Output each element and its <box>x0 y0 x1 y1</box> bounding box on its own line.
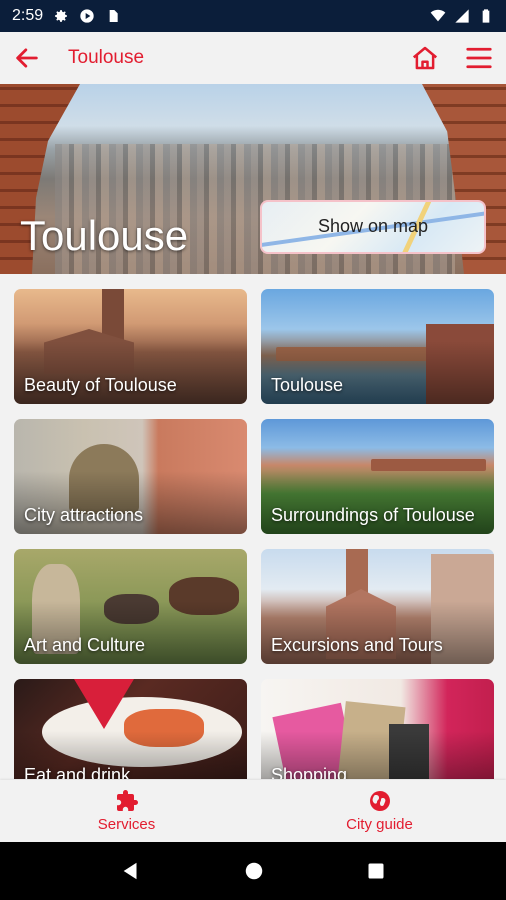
gear-icon <box>55 10 68 22</box>
card-label: Surroundings of Toulouse <box>271 505 475 525</box>
sim-card-icon <box>109 10 118 22</box>
nav-city-guide-label: City guide <box>346 816 413 833</box>
status-right-icons <box>430 8 494 24</box>
nav-services[interactable]: Services <box>0 780 253 842</box>
bottom-navigation: Services City guide <box>0 780 506 842</box>
home-icon <box>412 46 438 70</box>
menu-button[interactable] <box>452 32 506 84</box>
card-excursions-and-tours[interactable]: Excursions and Tours <box>261 549 494 664</box>
page-title: Toulouse <box>68 47 145 68</box>
card-eat-and-drink[interactable]: Eat and drink <box>14 679 247 779</box>
card-label: Eat and drink <box>24 765 131 779</box>
status-left-icons <box>53 8 121 24</box>
show-on-map-label: Show on map <box>317 216 429 236</box>
puzzle-icon <box>116 790 138 811</box>
back-triangle-icon[interactable] <box>120 860 142 882</box>
card-art-and-culture[interactable]: Art and Culture <box>14 549 247 664</box>
card-label: Toulouse <box>271 375 344 395</box>
card-shopping[interactable]: Shopping <box>261 679 494 779</box>
card-toulouse[interactable]: Toulouse <box>261 289 494 404</box>
home-button[interactable] <box>398 32 452 84</box>
card-label: City attractions <box>24 505 144 525</box>
signal-icon <box>455 9 469 23</box>
status-bar: 2:59 <box>0 0 506 32</box>
globe-icon <box>369 791 390 811</box>
card-city-attractions[interactable]: City attractions <box>14 419 247 534</box>
card-beauty-of-toulouse[interactable]: Beauty of Toulouse <box>14 289 247 404</box>
system-navigation-bar <box>0 842 506 900</box>
card-label: Excursions and Tours <box>271 635 443 655</box>
card-surroundings-of-toulouse[interactable]: Surroundings of Toulouse <box>261 419 494 534</box>
battery-icon <box>482 9 490 23</box>
home-circle-icon[interactable] <box>243 860 265 882</box>
app-actions <box>398 32 506 84</box>
app-bar: Toulouse <box>0 32 506 84</box>
menu-icon <box>466 47 492 69</box>
arrow-left-icon <box>16 48 38 68</box>
nav-services-label: Services <box>97 816 156 833</box>
status-time: 2:59 <box>12 7 44 24</box>
wifi-icon <box>430 9 446 22</box>
card-label: Shopping <box>271 765 348 779</box>
card-label: Beauty of Toulouse <box>24 375 177 395</box>
show-on-map-button[interactable]: Show on map <box>260 200 486 254</box>
category-grid: Beauty of Toulouse Toulouse City attract… <box>14 289 494 779</box>
nav-city-guide[interactable]: City guide <box>253 780 506 842</box>
back-button[interactable] <box>0 32 54 84</box>
recents-square-icon[interactable] <box>366 861 386 881</box>
hero-title: Toulouse <box>20 212 189 259</box>
card-label: Art and Culture <box>24 635 146 655</box>
play-store-icon <box>80 9 94 23</box>
